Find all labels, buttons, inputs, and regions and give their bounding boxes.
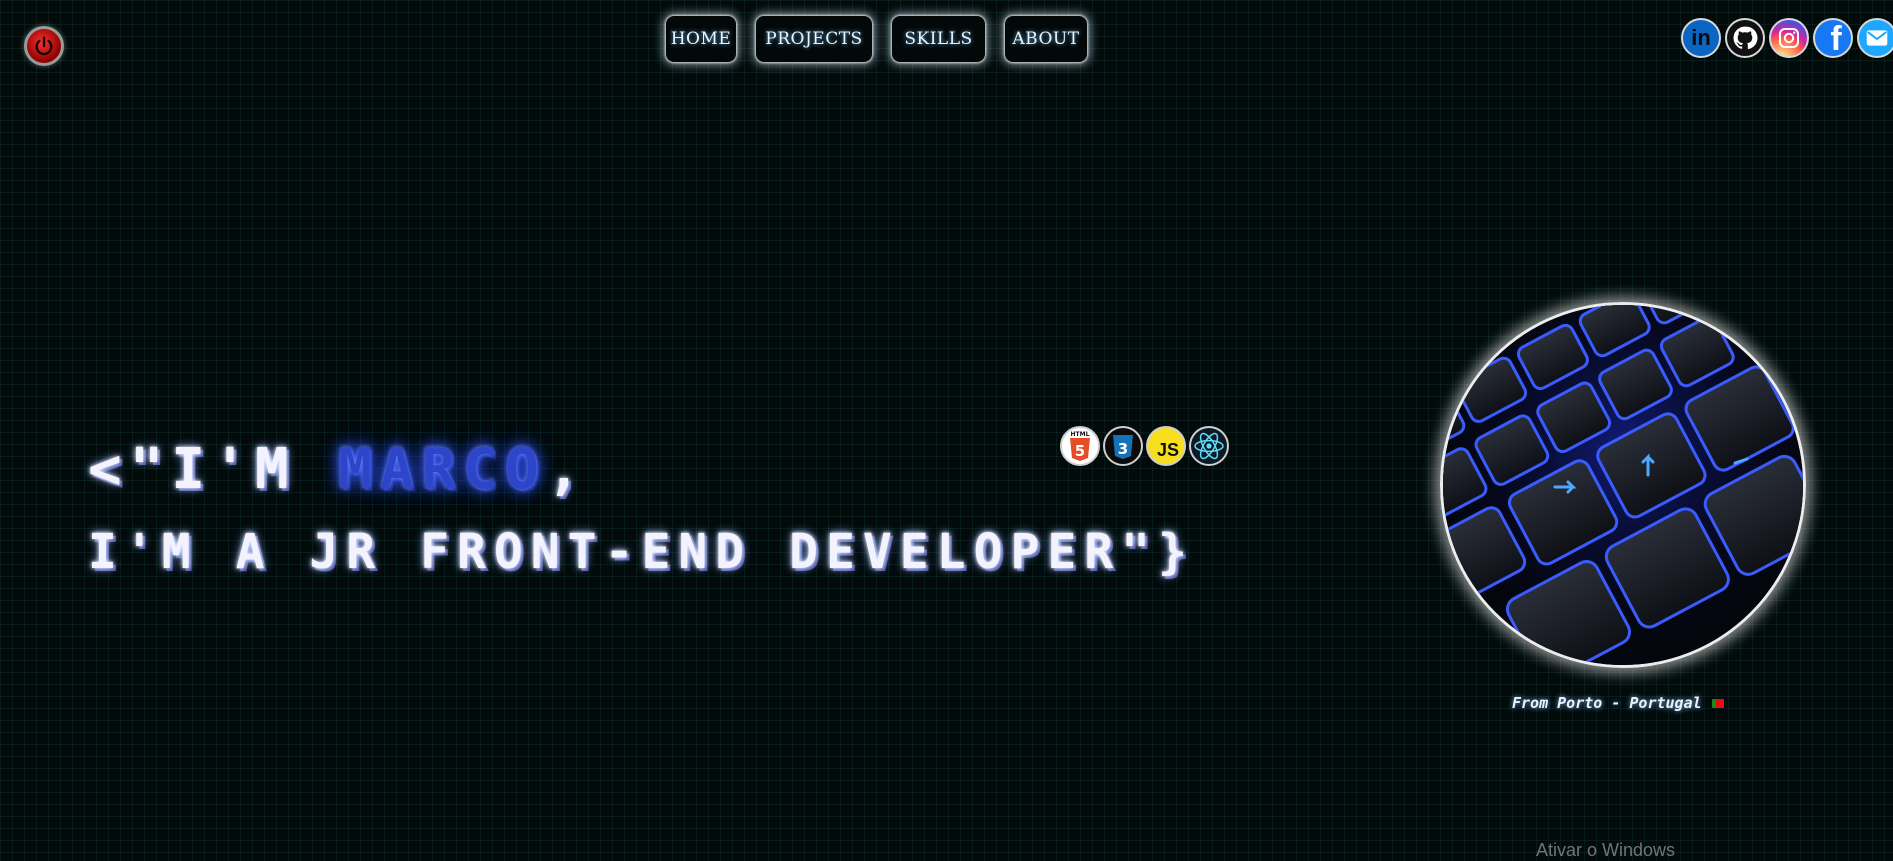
power-icon bbox=[35, 36, 53, 56]
location-text: From Porto - Portugal bbox=[1512, 694, 1702, 712]
hero-prefix: <"I'M bbox=[88, 437, 339, 502]
nav-home-button[interactable]: HOME bbox=[666, 16, 736, 62]
svg-text:3: 3 bbox=[1118, 440, 1128, 458]
profile-photo bbox=[1440, 302, 1806, 668]
github-link[interactable] bbox=[1725, 18, 1765, 58]
nav-skills-button[interactable]: SKILLS bbox=[892, 16, 985, 62]
power-button[interactable] bbox=[24, 26, 64, 66]
svg-text:5: 5 bbox=[1075, 442, 1085, 460]
javascript-icon: JS bbox=[1156, 440, 1179, 460]
svg-text:HTML: HTML bbox=[1071, 431, 1090, 438]
email-link[interactable] bbox=[1857, 18, 1893, 58]
instagram-link[interactable] bbox=[1769, 18, 1809, 58]
hero-heading: <"I'M MARCO, I'M A JR FRONT-END DEVELOPE… bbox=[88, 438, 1195, 581]
portugal-flag-icon bbox=[1711, 698, 1724, 708]
nav-about-button[interactable]: ABOUT bbox=[1005, 16, 1087, 62]
social-links: in f bbox=[1681, 18, 1893, 58]
linkedin-icon: in bbox=[1691, 25, 1711, 50]
css3-icon: 3 bbox=[1113, 435, 1133, 459]
html5-badge: HTML 5 bbox=[1060, 426, 1100, 466]
linkedin-link[interactable]: in bbox=[1681, 18, 1721, 58]
css3-badge: 3 bbox=[1103, 426, 1143, 466]
github-icon bbox=[1733, 26, 1758, 50]
react-icon bbox=[1194, 432, 1224, 460]
keyboard-image bbox=[1443, 305, 1803, 665]
javascript-badge: JS bbox=[1146, 426, 1186, 466]
facebook-link[interactable]: f bbox=[1813, 18, 1853, 58]
hero-name: MARCO bbox=[338, 437, 547, 502]
hero-line-1: <"I'M MARCO, bbox=[88, 438, 1195, 502]
instagram-icon bbox=[1779, 28, 1799, 48]
main-nav: HOME PROJECTS SKILLS ABOUT bbox=[666, 16, 1087, 62]
nav-projects-button[interactable]: PROJECTS bbox=[756, 16, 872, 62]
facebook-icon: f bbox=[1830, 20, 1842, 58]
location-caption: From Porto - Portugal bbox=[1512, 694, 1724, 712]
hero-comma: , bbox=[546, 437, 589, 502]
tech-stack-icons: HTML 5 3 JS bbox=[1060, 426, 1229, 466]
hero-line-2: I'M A JR FRONT-END DEVELOPER"} bbox=[88, 524, 1195, 580]
windows-activation-watermark: Ativar o Windows bbox=[1536, 840, 1676, 860]
mail-icon bbox=[1866, 30, 1888, 46]
html5-icon: HTML 5 bbox=[1070, 431, 1090, 461]
react-badge bbox=[1189, 426, 1229, 466]
